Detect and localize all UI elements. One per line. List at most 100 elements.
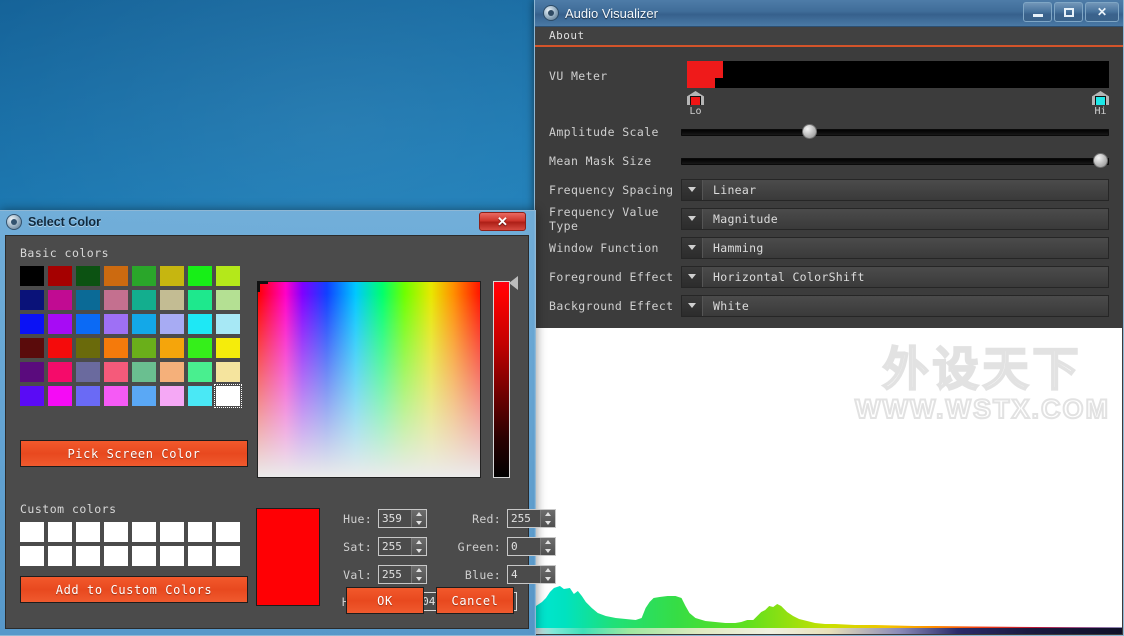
menu-item-about[interactable]: About [535,26,593,46]
basic-color-swatch[interactable] [104,362,128,382]
red-decrement-icon[interactable] [541,519,555,528]
custom-color-swatch[interactable] [216,522,240,542]
chevron-down-icon[interactable] [682,295,703,316]
basic-color-swatch[interactable] [20,266,44,286]
vu-lo-marker[interactable]: Lo [687,91,704,117]
sat-increment-icon[interactable] [412,538,426,547]
custom-color-swatch[interactable] [48,522,72,542]
custom-color-swatch[interactable] [48,546,72,566]
chevron-down-icon[interactable] [682,208,703,229]
value-strip-handle-icon[interactable] [509,276,518,290]
basic-color-swatch[interactable] [132,338,156,358]
red-increment-icon[interactable] [541,510,555,519]
custom-color-swatch[interactable] [76,546,100,566]
basic-color-swatch[interactable] [20,338,44,358]
sat-stepper[interactable] [378,537,427,556]
basic-color-swatch[interactable] [216,314,240,334]
basic-color-swatch[interactable] [160,338,184,358]
basic-color-swatch[interactable] [188,314,212,334]
amplitude-scale-slider[interactable] [681,123,1109,139]
basic-color-swatch[interactable] [132,386,156,406]
basic-color-swatch[interactable] [160,362,184,382]
val-increment-icon[interactable] [412,566,426,575]
maximize-button[interactable] [1054,2,1083,22]
basic-color-swatch[interactable] [188,290,212,310]
chevron-down-icon[interactable] [682,237,703,258]
blue-stepper[interactable] [507,565,556,584]
mean-mask-size-slider[interactable] [681,152,1109,168]
val-decrement-icon[interactable] [412,575,426,584]
hue-increment-icon[interactable] [412,510,426,519]
pick-screen-color-button[interactable]: Pick Screen Color [20,440,248,467]
blue-increment-icon[interactable] [541,566,555,575]
blue-decrement-icon[interactable] [541,575,555,584]
hue-input[interactable] [379,510,411,527]
basic-color-swatch[interactable] [76,266,100,286]
frequency-value-type-combo[interactable]: Magnitude [681,207,1109,230]
chevron-down-icon[interactable] [682,266,703,287]
basic-color-swatch[interactable] [76,362,100,382]
basic-color-swatch[interactable] [48,338,72,358]
basic-color-swatch[interactable] [104,290,128,310]
hue-decrement-icon[interactable] [412,519,426,528]
select-color-titlebar[interactable]: Select Color ✕ [0,211,529,233]
background-effect-combo[interactable]: White [681,294,1109,317]
basic-color-swatch[interactable] [20,290,44,310]
basic-color-swatch[interactable] [48,290,72,310]
close-button[interactable]: ✕ [1085,2,1119,22]
basic-color-swatch[interactable] [214,384,242,408]
basic-color-swatch[interactable] [188,338,212,358]
chevron-down-icon[interactable] [682,179,703,200]
basic-color-swatch[interactable] [76,290,100,310]
blue-input[interactable] [508,566,540,583]
basic-color-swatch[interactable] [216,290,240,310]
basic-color-swatch[interactable] [76,314,100,334]
custom-color-swatch[interactable] [20,522,44,542]
custom-color-swatch[interactable] [160,522,184,542]
basic-color-swatch[interactable] [160,290,184,310]
ok-button[interactable]: OK [346,587,424,614]
basic-color-swatch[interactable] [188,266,212,286]
green-input[interactable] [508,538,540,555]
custom-color-swatch[interactable] [216,546,240,566]
hue-stepper[interactable] [378,509,427,528]
custom-color-swatch[interactable] [104,546,128,566]
add-to-custom-colors-button[interactable]: Add to Custom Colors [20,576,248,603]
basic-color-swatch[interactable] [48,386,72,406]
red-input[interactable] [508,510,540,527]
window-function-combo[interactable]: Hamming [681,236,1109,259]
foreground-effect-combo[interactable]: Horizontal ColorShift [681,265,1109,288]
basic-color-swatch[interactable] [20,362,44,382]
basic-color-swatch[interactable] [76,338,100,358]
visualization-canvas[interactable]: 外设天下 WWW.WSTX.COM [536,328,1122,634]
basic-color-swatch[interactable] [160,314,184,334]
custom-color-swatch[interactable] [132,546,156,566]
basic-color-swatch[interactable] [20,386,44,406]
custom-color-swatch[interactable] [132,522,156,542]
basic-color-swatch[interactable] [132,290,156,310]
basic-color-swatch[interactable] [48,266,72,286]
dialog-close-button[interactable]: ✕ [479,212,526,231]
sat-decrement-icon[interactable] [412,547,426,556]
green-increment-icon[interactable] [541,538,555,547]
vu-hi-marker[interactable]: Hi [1092,91,1109,117]
custom-colors-grid[interactable] [20,522,240,566]
basic-color-swatch[interactable] [20,314,44,334]
custom-color-swatch[interactable] [160,546,184,566]
basic-color-swatch[interactable] [188,362,212,382]
cancel-button[interactable]: Cancel [436,587,514,614]
basic-color-swatch[interactable] [216,362,240,382]
basic-color-swatch[interactable] [188,386,212,406]
custom-color-swatch[interactable] [20,546,44,566]
basic-color-swatch[interactable] [160,386,184,406]
basic-color-swatch[interactable] [48,362,72,382]
green-stepper[interactable] [507,537,556,556]
minimize-button[interactable] [1023,2,1052,22]
basic-color-swatch[interactable] [104,266,128,286]
sat-input[interactable] [379,538,411,555]
frequency-spacing-combo[interactable]: Linear [681,178,1109,201]
basic-color-swatch[interactable] [132,314,156,334]
green-decrement-icon[interactable] [541,547,555,556]
basic-color-swatch[interactable] [132,266,156,286]
saturation-value-picker[interactable] [257,281,481,478]
